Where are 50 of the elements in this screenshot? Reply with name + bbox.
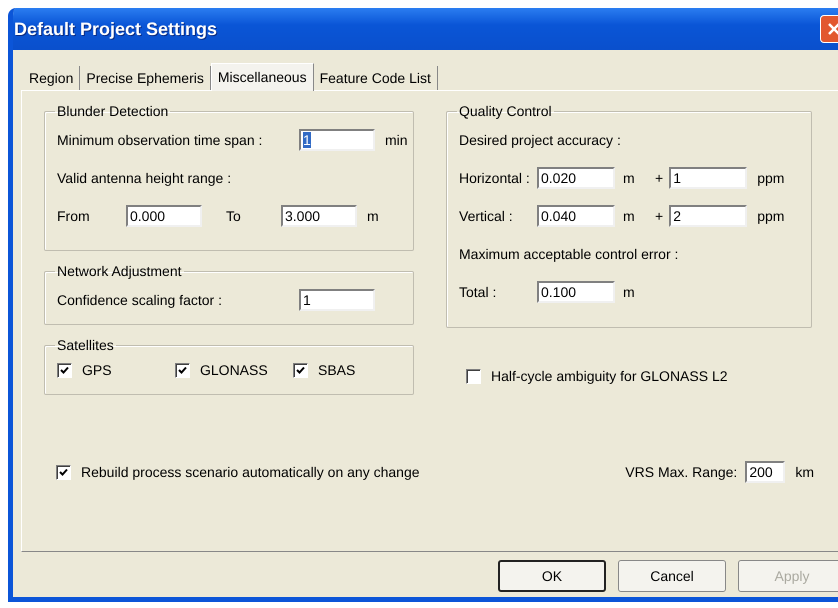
field-label: Vertical : [459,208,514,224]
checkbox-label[interactable]: Rebuild process scenario automatically on any change [81,464,420,480]
checkbox-label[interactable]: GLONASS [200,362,268,378]
checkbox-label[interactable]: GPS [82,362,112,378]
field-label: Minimum observation time span : [57,132,264,148]
checkbox[interactable] [57,362,72,378]
plus-sign: + [655,208,664,224]
tab[interactable]: Miscellaneous [210,63,314,91]
input-field[interactable]: 1 [299,129,375,151]
input-field[interactable]: 2 [669,205,748,227]
dialog-button[interactable]: Cancel [618,560,726,592]
close-icon [827,22,838,36]
field-label: From [57,208,91,224]
window-title: Default Project Settings [14,18,218,40]
field-label: Desired project accuracy : [459,132,621,148]
input-field[interactable]: 0.000 [126,205,202,227]
input-field[interactable]: 1 [299,289,375,311]
input-field[interactable]: 0.040 [537,205,615,227]
field-label: Total : [459,284,498,300]
field-label: Horizontal : [459,170,531,186]
group-title: Quality Control [458,103,553,119]
checkbox[interactable] [293,362,308,378]
unit-label: m [367,208,379,224]
field-label: Valid antenna height range : [57,170,232,186]
input-field[interactable]: 3.000 [281,205,357,227]
unit-label: m [623,208,636,224]
field-label: Confidence scaling factor : [57,292,223,308]
checkbox-label[interactable]: SBAS [318,362,356,378]
group-title: Network Adjustment [56,263,182,279]
field-label: Maximum acceptable control error : [459,246,678,262]
group-title: Satellites [56,337,115,353]
unit-label: ppm [757,170,784,186]
plus-sign: + [655,170,664,186]
unit-label: km [795,464,814,480]
group-title: Blunder Detection [56,103,170,119]
checkbox-label[interactable]: Half-cycle ambiguity for GLONASS L2 [491,368,728,384]
input-field[interactable]: 0.100 [537,281,615,303]
field-label: To [226,208,242,224]
input-field[interactable]: 200 [745,461,786,483]
unit-label: m [623,284,636,300]
dialog-button[interactable]: OK [498,560,606,592]
checkbox[interactable] [175,362,190,378]
unit-label: ppm [757,208,784,224]
checkbox[interactable] [466,368,481,384]
field-label: VRS Max. Range: [625,464,738,480]
unit-label: m [623,170,636,186]
input-field[interactable]: 0.020 [537,167,615,189]
unit-label: min [385,132,408,148]
checkbox[interactable] [56,464,71,480]
input-field[interactable]: 1 [669,167,748,189]
